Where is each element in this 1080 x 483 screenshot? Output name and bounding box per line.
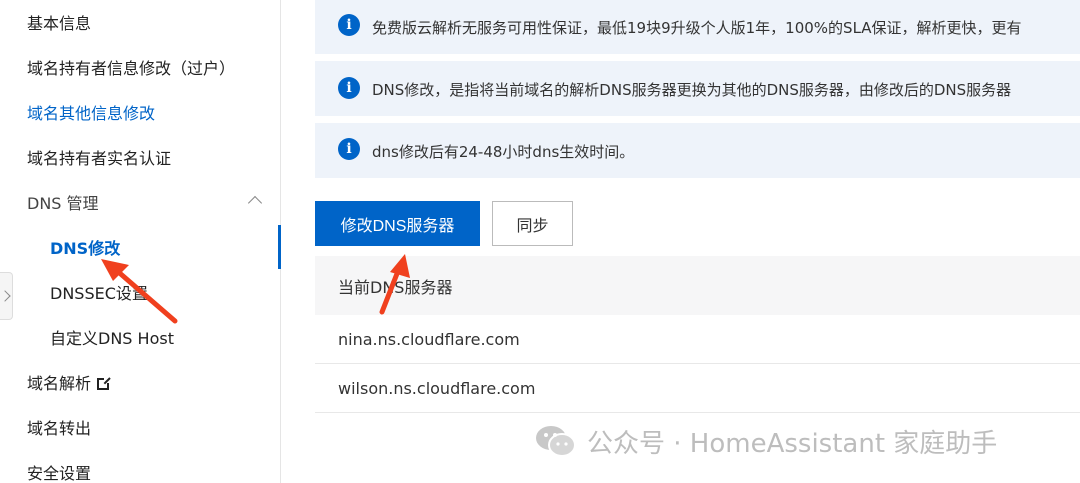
sidebar-collapse-toggle[interactable] xyxy=(0,272,13,320)
sidebar-item-transfer-out[interactable]: 域名转出 xyxy=(27,418,91,440)
info-icon: i xyxy=(338,138,360,160)
sidebar-item-realname[interactable]: 域名持有者实名认证 xyxy=(27,148,171,170)
sidebar-item-dnssec[interactable]: DNSSEC设置 xyxy=(50,283,148,305)
notice-text: dns修改后有24-48小时dns生效时间。 xyxy=(372,143,635,161)
watermark-text: 公众号 · HomeAssistant 家庭助手 xyxy=(587,428,998,459)
info-icon: i xyxy=(338,14,360,36)
notice-dns-explain: i DNS修改，是指将当前域名的解析DNS服务器更换为其他的DNS服务器，由修改… xyxy=(315,61,1080,116)
external-link-icon xyxy=(97,376,112,390)
notice-dns-effective-time: i dns修改后有24-48小时dns生效时间。 xyxy=(315,123,1080,178)
sync-button[interactable]: 同步 xyxy=(492,201,573,246)
sidebar-group-dns[interactable]: DNS 管理 xyxy=(27,193,99,215)
notice-sla: i 免费版云解析无服务可用性保证，最低19块9升级个人版1年，100%的SLA保… xyxy=(315,0,1080,54)
sidebar-item-other-info[interactable]: 域名其他信息修改 xyxy=(27,103,155,125)
table-row: nina.ns.cloudflare.com xyxy=(315,315,1080,364)
app-root: 基本信息 域名持有者信息修改（过户） 域名其他信息修改 域名持有者实名认证 DN… xyxy=(0,0,1080,483)
table-row: wilson.ns.cloudflare.com xyxy=(315,364,1080,413)
sidebar-item-custom-host[interactable]: 自定义DNS Host xyxy=(50,328,174,350)
chevron-up-icon[interactable] xyxy=(247,195,263,211)
sidebar-item-resolve[interactable]: 域名解析 xyxy=(27,373,112,395)
sidebar: 基本信息 域名持有者信息修改（过户） 域名其他信息修改 域名持有者实名认证 DN… xyxy=(0,0,281,483)
wechat-icon xyxy=(536,426,576,457)
dns-server-table: 当前DNS服务器 nina.ns.cloudflare.com wilson.n… xyxy=(315,256,1080,413)
main-content: i 免费版云解析无服务可用性保证，最低19块9升级个人版1年，100%的SLA保… xyxy=(282,0,1080,483)
notice-text: 免费版云解析无服务可用性保证，最低19块9升级个人版1年，100%的SLA保证，… xyxy=(372,19,1022,37)
scroll-indicator xyxy=(278,225,281,269)
sidebar-item-security[interactable]: 安全设置 xyxy=(27,463,91,483)
modify-dns-button[interactable]: 修改DNS服务器 xyxy=(315,201,480,246)
info-icon: i xyxy=(338,77,360,99)
sidebar-item-dns-modify[interactable]: DNS修改 xyxy=(50,238,120,260)
sidebar-item-holder-change[interactable]: 域名持有者信息修改（过户） xyxy=(27,58,235,80)
sidebar-item-basic-info[interactable]: 基本信息 xyxy=(27,13,91,35)
watermark: 公众号 · HomeAssistant 家庭助手 xyxy=(535,421,997,461)
sidebar-item-resolve-label: 域名解析 xyxy=(27,374,92,393)
table-header: 当前DNS服务器 xyxy=(315,256,1080,315)
notice-text: DNS修改，是指将当前域名的解析DNS服务器更换为其他的DNS服务器，由修改后的… xyxy=(372,81,1012,99)
